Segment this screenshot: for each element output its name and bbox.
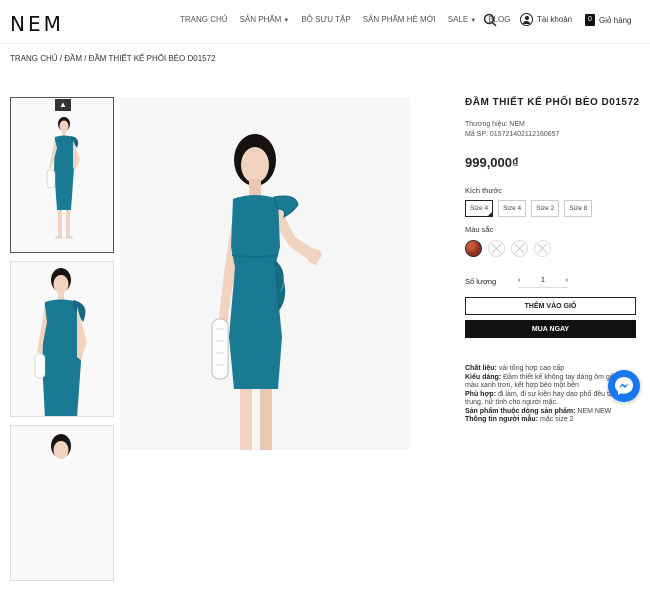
- size-option[interactable]: Size 8: [564, 200, 593, 217]
- account-label: Tài khoản: [537, 15, 573, 24]
- chevron-up-icon[interactable]: ▲: [55, 99, 71, 111]
- material-label: Chất liệu:: [465, 365, 497, 372]
- messenger-icon: [615, 377, 633, 395]
- main-nav: Trang chủ Sản phẩm ▼ Bộ sưu tập Sản phẩm …: [180, 15, 522, 24]
- thumbnail-3[interactable]: [10, 425, 114, 581]
- line-value: NEM NEW: [575, 407, 612, 415]
- account-link[interactable]: Tài khoản: [520, 13, 572, 26]
- size-option[interactable]: Size 4: [465, 200, 494, 217]
- product-title: ĐẦM THIẾT KẾ PHỐI BÈO D01572: [465, 97, 640, 108]
- color-swatch-selected[interactable]: [465, 240, 482, 257]
- nav-collections[interactable]: Bộ sưu tập: [301, 15, 350, 24]
- add-to-cart-button[interactable]: THÊM VÀO GIỎ: [465, 297, 636, 315]
- model-value: mặc size 2: [538, 416, 574, 423]
- nav-sale[interactable]: Sale ▼: [448, 15, 476, 24]
- color-swatch-unavailable[interactable]: [511, 240, 528, 257]
- nav-home-label: Trang chủ: [180, 15, 228, 24]
- cart-count-badge: 0: [585, 14, 595, 26]
- color-swatch-unavailable[interactable]: [534, 240, 551, 257]
- quantity-row: Số lượng ‹ 1 ›: [465, 275, 640, 288]
- nav-new-summer-label: Sản phẩm hè mới: [362, 15, 436, 24]
- line-label: Sản phẩm thuộc dòng sản phẩm:: [465, 407, 576, 415]
- nav-collections-label: Bộ sưu tập: [301, 15, 351, 24]
- quantity-label: Số lượng: [465, 277, 497, 286]
- size-option[interactable]: Size 4: [498, 200, 527, 217]
- nav-products[interactable]: Sản phẩm ▼: [240, 15, 290, 24]
- product-thumbnail-image: [11, 262, 113, 416]
- product-price: 999,000₫: [465, 155, 519, 170]
- nav-home[interactable]: Trang chủ: [180, 15, 228, 24]
- style-label: Kiểu dáng:: [465, 373, 502, 381]
- thumbnail-1[interactable]: ▲: [10, 97, 114, 253]
- increment-icon[interactable]: ›: [565, 275, 568, 284]
- cart-label: Giỏ hàng: [599, 15, 632, 25]
- size-selector: Size 4 Size 4 Size 2 Size 8: [465, 200, 640, 217]
- chevron-down-icon: ▼: [283, 18, 290, 24]
- brand-logo[interactable]: NEM: [10, 12, 64, 36]
- material-value: vải tổng hợp cao cấp: [496, 365, 565, 372]
- size-option[interactable]: Size 2: [531, 200, 560, 217]
- buy-now-button[interactable]: MUA NGAY: [465, 320, 636, 338]
- thumbnail-gallery: ▲: [10, 97, 116, 589]
- product-thumbnail-image: [11, 426, 113, 580]
- quantity-value[interactable]: 1: [541, 275, 545, 284]
- color-swatch-unavailable[interactable]: [488, 240, 505, 257]
- model-line: Thông tin người mẫu: mặc size 2: [465, 416, 640, 425]
- product-thumbnail-image: [11, 98, 113, 252]
- site-header: NEM Trang chủ Sản phẩm ▼ Bộ sưu tập Sản p…: [0, 0, 650, 44]
- fit-label: Phù hợp:: [465, 390, 497, 398]
- size-label: Kích thước: [465, 186, 503, 195]
- nav-new-summer[interactable]: Sản phẩm hè mới: [363, 15, 436, 24]
- color-selector: [465, 240, 640, 257]
- user-icon: [520, 13, 533, 26]
- breadcrumb[interactable]: TRANG CHỦ / ĐẦM / ĐẦM THIẾT KẾ PHỐI BÈO …: [10, 54, 216, 63]
- search-icon[interactable]: [483, 13, 497, 27]
- model-label: Thông tin người mẫu:: [465, 416, 539, 423]
- line-line: Sản phẩm thuộc dòng sản phẩm: NEM NEW: [465, 408, 640, 417]
- color-label: Màu sắc: [465, 225, 494, 234]
- nav-products-label: Sản phẩm: [239, 15, 282, 24]
- decrement-icon[interactable]: ‹: [518, 275, 521, 284]
- messenger-chat-button[interactable]: [608, 370, 640, 402]
- product-brand: Thương hiệu: NEM: [465, 121, 525, 128]
- model-photo: [120, 97, 410, 450]
- chevron-down-icon: ▼: [470, 18, 477, 24]
- product-main-image[interactable]: [120, 97, 410, 450]
- quantity-stepper: ‹ 1 ›: [518, 275, 568, 288]
- product-sku: Mã SP: 015721402112160657: [465, 131, 560, 138]
- nav-sale-label: Sale: [447, 15, 469, 24]
- thumbnail-2[interactable]: [10, 261, 114, 417]
- cart-link[interactable]: 0 Giỏ hàng: [585, 14, 631, 26]
